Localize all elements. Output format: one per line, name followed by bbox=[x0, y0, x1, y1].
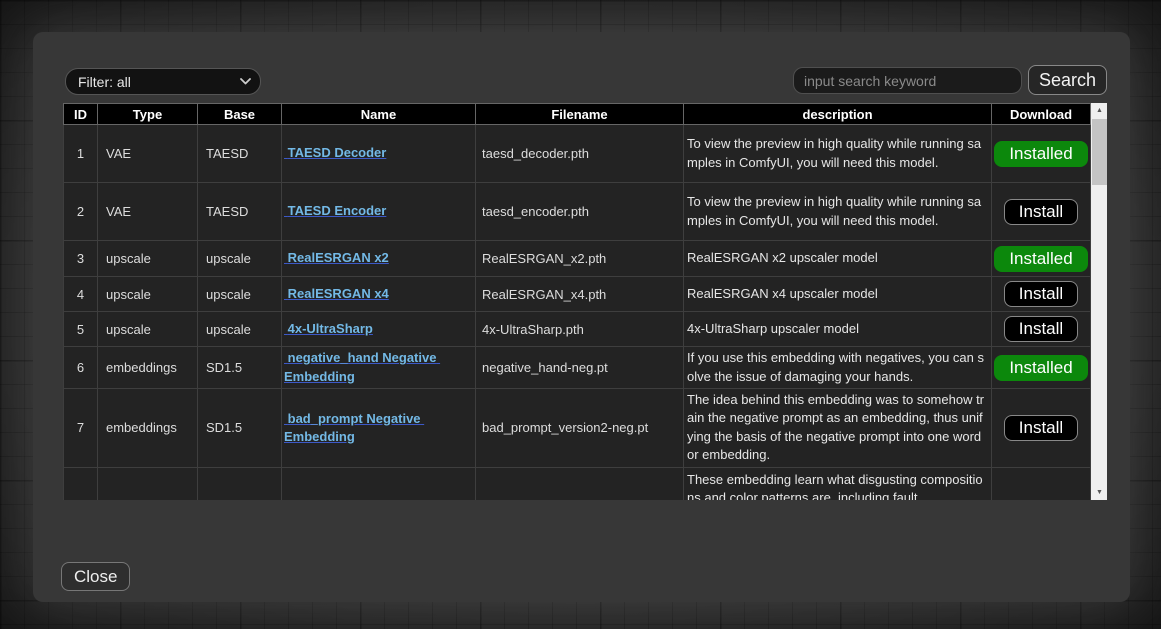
cell-filename: negative_hand-neg.pt bbox=[476, 347, 684, 389]
column-header-id: ID bbox=[64, 104, 98, 125]
scrollbar-thumb[interactable] bbox=[1092, 119, 1107, 185]
cell-name: RealESRGAN x2 bbox=[282, 241, 476, 277]
cell-type: VAE bbox=[98, 125, 198, 183]
cell-description: To view the preview in high quality whil… bbox=[684, 125, 992, 183]
cell-download: Install bbox=[992, 389, 1091, 468]
table-row: 6embeddingsSD1.5 negative_hand Negative … bbox=[64, 347, 1091, 389]
cell-id: 3 bbox=[64, 241, 98, 277]
install-button[interactable]: Install bbox=[1004, 415, 1078, 441]
search-button[interactable]: Search bbox=[1028, 65, 1107, 95]
model-name-link[interactable]: negative_hand Negative Embedding bbox=[284, 350, 440, 383]
filter-select-wrap: Filter: all bbox=[65, 68, 261, 95]
model-table-container: IDTypeBaseNameFilenamedescriptionDownloa… bbox=[63, 103, 1107, 500]
cell-base: TAESD bbox=[198, 183, 282, 241]
cell-filename: 4x-UltraSharp.pth bbox=[476, 312, 684, 347]
cell-name: negative_hand Negative Embedding bbox=[282, 347, 476, 389]
cell-type: VAE bbox=[98, 183, 198, 241]
cell-base: upscale bbox=[198, 241, 282, 277]
cell-filename: RealESRGAN_x2.pth bbox=[476, 241, 684, 277]
cell-name: 4x-UltraSharp bbox=[282, 312, 476, 347]
scrollbar[interactable]: ▲ ▼ bbox=[1091, 103, 1107, 500]
cell-description: RealESRGAN x2 upscaler model bbox=[684, 241, 992, 277]
cell-description: 4x-UltraSharp upscaler model bbox=[684, 312, 992, 347]
installed-button[interactable]: Installed bbox=[994, 355, 1087, 381]
scroll-up-button[interactable]: ▲ bbox=[1091, 103, 1107, 118]
cell-name: bad_prompt Negative Embedding bbox=[282, 389, 476, 468]
cell-id: 7 bbox=[64, 389, 98, 468]
column-header-name: Name bbox=[282, 104, 476, 125]
cell-description: These embedding learn what disgusting co… bbox=[684, 467, 992, 500]
filter-select[interactable]: Filter: all bbox=[65, 68, 261, 95]
cell-type: embeddings bbox=[98, 347, 198, 389]
cell-filename: RealESRGAN_x4.pth bbox=[476, 277, 684, 312]
model-name-link[interactable]: TAESD Encoder bbox=[284, 203, 386, 218]
cell-type: embeddings bbox=[98, 389, 198, 468]
column-header-description: description bbox=[684, 104, 992, 125]
installed-button[interactable]: Installed bbox=[994, 246, 1087, 272]
search-input[interactable] bbox=[793, 67, 1022, 94]
table-row: 2VAETAESD TAESD Encoder taesd_encoder.pth… bbox=[64, 183, 1091, 241]
cell-description: The idea behind this embedding was to so… bbox=[684, 389, 992, 468]
cell-base: SD1.5 bbox=[198, 347, 282, 389]
table-row: 5upscaleupscale 4x-UltraSharp4x-UltraSha… bbox=[64, 312, 1091, 347]
cell-filename bbox=[476, 467, 684, 500]
cell-base: upscale bbox=[198, 312, 282, 347]
cell-name: TAESD Encoder bbox=[282, 183, 476, 241]
scroll-down-button[interactable]: ▼ bbox=[1091, 485, 1107, 500]
cell-download: Installed bbox=[992, 347, 1091, 389]
column-header-download: Download bbox=[992, 104, 1091, 125]
model-name-link[interactable]: 4x-UltraSharp bbox=[284, 321, 373, 336]
table-row: 1VAETAESD TAESD Decoder taesd_decoder.pth… bbox=[64, 125, 1091, 183]
cell-base: SD1.5 bbox=[198, 389, 282, 468]
close-button[interactable]: Close bbox=[61, 562, 130, 591]
column-header-type: Type bbox=[98, 104, 198, 125]
cell-download: Install bbox=[992, 277, 1091, 312]
model-table: IDTypeBaseNameFilenamedescriptionDownloa… bbox=[63, 103, 1091, 500]
cell-name: TAESD Decoder bbox=[282, 125, 476, 183]
column-header-base: Base bbox=[198, 104, 282, 125]
cell-type: upscale bbox=[98, 312, 198, 347]
model-name-link[interactable]: RealESRGAN x4 bbox=[284, 286, 389, 301]
cell-filename: bad_prompt_version2-neg.pt bbox=[476, 389, 684, 468]
install-button[interactable]: Install bbox=[1004, 281, 1078, 307]
cell-filename: taesd_decoder.pth bbox=[476, 125, 684, 183]
cell-id: 4 bbox=[64, 277, 98, 312]
cell-download: Install bbox=[992, 312, 1091, 347]
cell-type: upscale bbox=[98, 277, 198, 312]
cell-id: 1 bbox=[64, 125, 98, 183]
model-name-link[interactable]: bad_prompt Negative Embedding bbox=[284, 411, 424, 444]
cell-type: upscale bbox=[98, 241, 198, 277]
cell-description: To view the preview in high quality whil… bbox=[684, 183, 992, 241]
cell-id: 5 bbox=[64, 312, 98, 347]
installed-button[interactable]: Installed bbox=[994, 141, 1087, 167]
cell-description: If you use this embedding with negatives… bbox=[684, 347, 992, 389]
model-install-dialog: Filter: all Search IDTypeBaseNameFilenam… bbox=[33, 32, 1130, 602]
cell-base bbox=[198, 467, 282, 500]
cell-description: RealESRGAN x4 upscaler model bbox=[684, 277, 992, 312]
cell-download: Install bbox=[992, 183, 1091, 241]
column-header-filename: Filename bbox=[476, 104, 684, 125]
table-row: 7embeddingsSD1.5 bad_prompt Negative Emb… bbox=[64, 389, 1091, 468]
table-row: These embedding learn what disgusting co… bbox=[64, 467, 1091, 500]
cell-id: 2 bbox=[64, 183, 98, 241]
install-button[interactable]: Install bbox=[1004, 316, 1078, 342]
model-name-link[interactable]: TAESD Decoder bbox=[284, 145, 386, 160]
model-name-link[interactable]: RealESRGAN x2 bbox=[284, 250, 389, 265]
cell-base: TAESD bbox=[198, 125, 282, 183]
cell-name bbox=[282, 467, 476, 500]
cell-download bbox=[992, 467, 1091, 500]
cell-download: Installed bbox=[992, 241, 1091, 277]
cell-type bbox=[98, 467, 198, 500]
table-header-row: IDTypeBaseNameFilenamedescriptionDownloa… bbox=[64, 104, 1091, 125]
table-row: 3upscaleupscale RealESRGAN x2RealESRGAN_… bbox=[64, 241, 1091, 277]
cell-filename: taesd_encoder.pth bbox=[476, 183, 684, 241]
cell-id bbox=[64, 467, 98, 500]
cell-download: Installed bbox=[992, 125, 1091, 183]
cell-id: 6 bbox=[64, 347, 98, 389]
install-button[interactable]: Install bbox=[1004, 199, 1078, 225]
cell-base: upscale bbox=[198, 277, 282, 312]
cell-name: RealESRGAN x4 bbox=[282, 277, 476, 312]
table-row: 4upscaleupscale RealESRGAN x4RealESRGAN_… bbox=[64, 277, 1091, 312]
